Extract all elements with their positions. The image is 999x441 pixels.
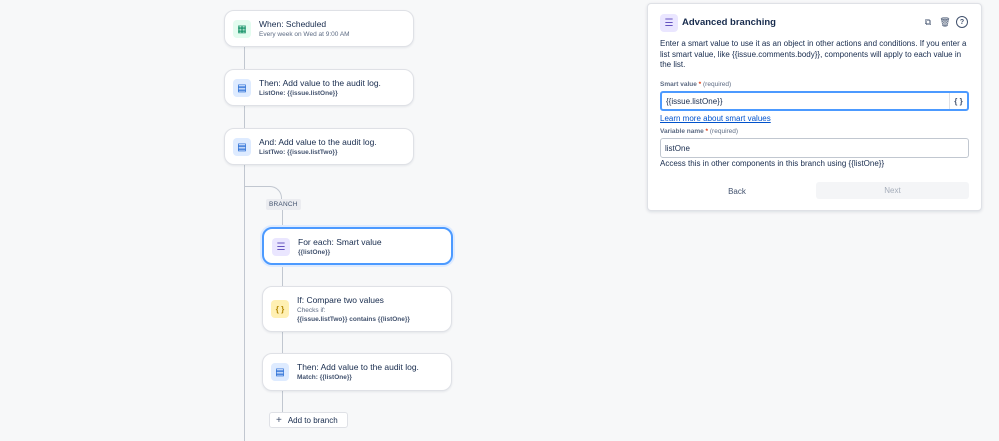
connector-line <box>244 106 245 128</box>
branch-tag: BRANCH <box>266 199 301 210</box>
panel-title: Advanced branching <box>682 17 776 28</box>
smart-value-input[interactable]: {{issue.listOne}} { } <box>660 91 969 111</box>
trigger-card[interactable]: ▦ When: Scheduled Every week on Wed at 9… <box>224 10 414 47</box>
plus-icon: + <box>276 414 282 426</box>
learn-more-link[interactable]: Learn more about smart values <box>660 114 771 123</box>
action-subtitle: ListOne: {{issue.listOne}} <box>259 90 338 97</box>
add-to-branch-label: Add to branch <box>287 415 338 425</box>
panel-description: Enter a smart value to use it as an obje… <box>660 39 967 69</box>
connector-line <box>244 165 245 441</box>
trigger-title: When: Scheduled <box>259 19 327 29</box>
branch-rule-subtitle: {{listOne}} <box>298 249 331 256</box>
braces-icon[interactable]: { } <box>949 93 967 109</box>
action-title: Then: Add value to the audit log. <box>297 362 419 372</box>
braces-icon: { } <box>271 300 289 318</box>
variable-name-input[interactable]: listOne <box>660 138 969 158</box>
branch-rule-title: For each: Smart value <box>298 237 382 247</box>
smart-value-text: {{issue.listOne}} <box>666 96 723 106</box>
list-icon: ☰ <box>272 238 290 256</box>
connector-line <box>282 332 283 353</box>
smart-value-label: Smart value * (required) <box>660 81 732 88</box>
trash-icon[interactable]: 🗑 <box>939 16 951 28</box>
action-subtitle: Match: {{listOne}} <box>297 374 352 381</box>
audit-log-icon: ▤ <box>233 138 251 156</box>
duplicate-icon[interactable]: ⧉ <box>922 16 934 28</box>
condition-subtitle: Checks if: <box>297 307 326 314</box>
connector-line <box>282 210 283 227</box>
connector-line <box>282 391 283 412</box>
condition-card[interactable]: { } If: Compare two values Checks if: {{… <box>262 286 452 332</box>
next-button[interactable]: Next <box>816 182 969 199</box>
automation-canvas: ▦ When: Scheduled Every week on Wed at 9… <box>0 0 999 441</box>
advanced-branching-panel: ☰ Advanced branching ⧉ 🗑 ? Enter a smart… <box>647 3 982 211</box>
action-card-listtwo[interactable]: ▤ And: Add value to the audit log. ListT… <box>224 128 414 165</box>
variable-name-label: Variable name * (required) <box>660 128 739 135</box>
audit-log-icon: ▤ <box>271 363 289 381</box>
condition-detail: {{issue.listTwo}} contains {{listOne}} <box>297 316 410 323</box>
help-icon[interactable]: ? <box>956 16 968 28</box>
audit-log-icon: ▤ <box>233 79 251 97</box>
condition-title: If: Compare two values <box>297 295 384 305</box>
action-subtitle: ListTwo: {{issue.listTwo}} <box>259 149 338 156</box>
action-card-listone[interactable]: ▤ Then: Add value to the audit log. List… <box>224 69 414 106</box>
connector-line <box>244 47 245 69</box>
add-to-branch-button[interactable]: + Add to branch <box>269 412 348 428</box>
calendar-icon: ▦ <box>233 20 251 38</box>
list-icon: ☰ <box>660 14 678 32</box>
action-title: Then: Add value to the audit log. <box>259 78 381 88</box>
connector-line <box>282 265 283 286</box>
variable-hint: Access this in other components in this … <box>660 159 885 168</box>
trigger-subtitle: Every week on Wed at 9:00 AM <box>259 31 350 38</box>
back-button[interactable]: Back <box>660 183 814 199</box>
variable-name-text: listOne <box>665 143 690 153</box>
branch-rule-card[interactable]: ☰ For each: Smart value {{listOne}} <box>262 227 453 265</box>
action-card-match[interactable]: ▤ Then: Add value to the audit log. Matc… <box>262 353 452 391</box>
action-title: And: Add value to the audit log. <box>259 137 377 147</box>
